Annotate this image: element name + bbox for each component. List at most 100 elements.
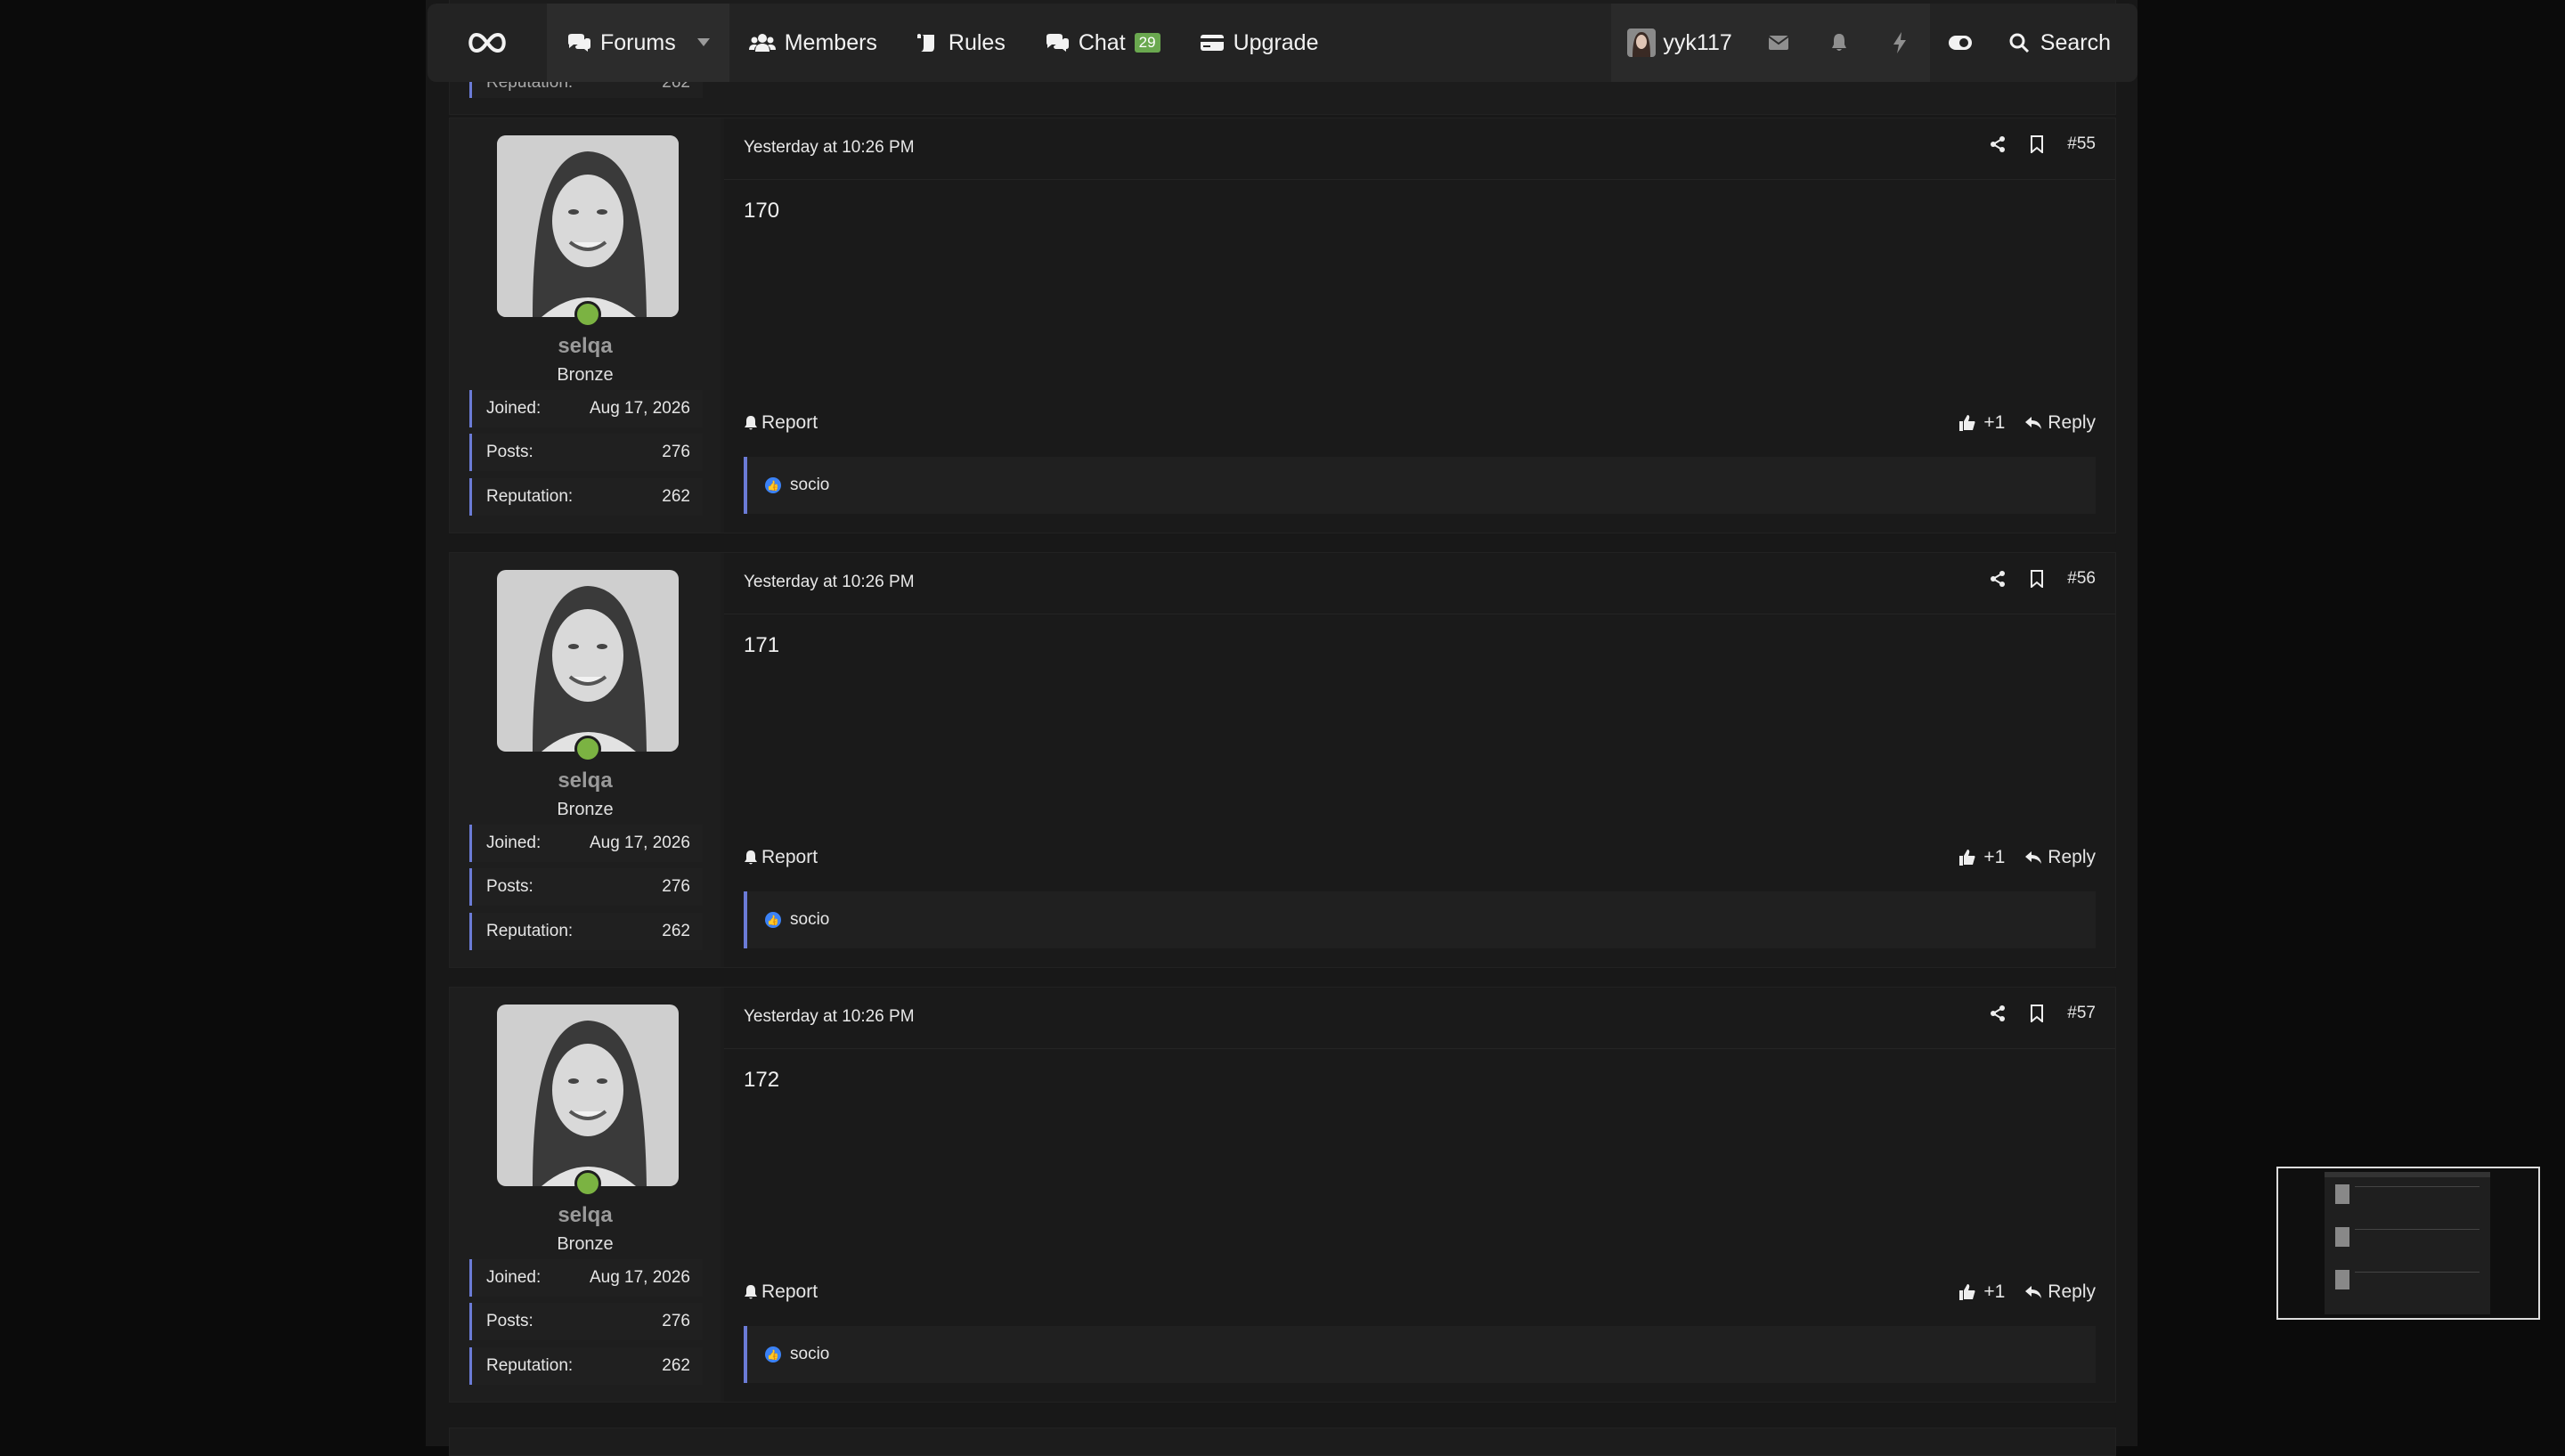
avatar[interactable] [497, 135, 679, 317]
avatar[interactable] [497, 1005, 679, 1186]
nav-upgrade[interactable]: Upgrade [1180, 4, 1339, 82]
share-icon[interactable] [1989, 570, 2007, 588]
thumbs-up-icon [1958, 414, 1976, 432]
stat-value: 262 [662, 487, 690, 506]
reactions-bar[interactable]: 👍 socio [744, 1326, 2096, 1383]
like-button[interactable]: +1 [1958, 412, 2005, 434]
username[interactable]: selqa [450, 769, 721, 793]
reply-button[interactable]: Reply [2024, 1281, 2096, 1303]
reaction-user[interactable]: socio [790, 910, 829, 930]
like-reaction-icon: 👍 [765, 912, 781, 928]
post-main-pane: Yesterday at 10:26 PM #55 170 Report +1 … [724, 118, 2115, 533]
comments-icon [566, 33, 591, 53]
like-button[interactable]: +1 [1958, 1281, 2005, 1303]
nav-forums-label: Forums [600, 29, 676, 55]
minimap-overlay[interactable] [2276, 1167, 2540, 1320]
chat-icon [1045, 33, 1070, 53]
reaction-user[interactable]: socio [790, 476, 829, 495]
inbox-button[interactable] [1747, 4, 1809, 82]
post-main-pane: Yesterday at 10:26 PM #56 171 Report +1 … [724, 553, 2115, 967]
post-55: selqa Bronze Joined: Aug 17, 2026 Posts:… [449, 118, 2116, 533]
reply-button[interactable]: Reply [2024, 412, 2096, 434]
bolt-icon [1893, 32, 1907, 53]
reply-label: Reply [2048, 1281, 2096, 1302]
site-logo[interactable] [428, 29, 547, 56]
post-number[interactable]: #55 [2067, 134, 2096, 154]
nav-forums[interactable]: Forums [547, 4, 729, 82]
whats-new-button[interactable] [1869, 4, 1930, 82]
thumbs-up-icon [1958, 1283, 1976, 1301]
post-number[interactable]: #56 [2067, 569, 2096, 589]
stat-label: Posts: [486, 1312, 533, 1330]
post-footer-right: +1 Reply [1958, 412, 2096, 434]
post-main-pane: Yesterday at 10:26 PM #57 172 Report +1 … [724, 988, 2115, 1402]
share-icon[interactable] [1989, 1005, 2007, 1022]
post-footer: Report +1 Reply [744, 1281, 2096, 1303]
bookmark-icon[interactable] [2030, 1005, 2044, 1022]
thread-column: Reputation: 262 selqa Bronze Joined: Aug… [426, 0, 2138, 1456]
reply-icon [2024, 850, 2042, 866]
user-rank: Bronze [557, 1234, 614, 1254]
username[interactable]: selqa [450, 334, 721, 359]
nav-members-label: Members [784, 29, 877, 55]
report-button[interactable]: Report [744, 412, 818, 434]
post-date[interactable]: Yesterday at 10:26 PM [744, 573, 915, 592]
infinity-logo-icon [468, 32, 506, 53]
post-body: 172 [744, 1068, 780, 1092]
nav-user-menu[interactable]: yyk117 [1611, 4, 1748, 82]
stat-value: 262 [662, 1356, 690, 1375]
stat-posts: Posts: 276 [469, 434, 703, 471]
online-status-dot [574, 1170, 601, 1197]
bookmark-icon[interactable] [2030, 570, 2044, 588]
envelope-icon [1768, 35, 1789, 51]
like-count: +1 [1983, 412, 2006, 433]
avatar[interactable] [497, 570, 679, 752]
nav-rules[interactable]: Rules [897, 4, 1025, 82]
credit-card-icon [1200, 34, 1225, 52]
post-footer: Report +1 Reply [744, 412, 2096, 434]
chevron-down-icon[interactable] [696, 38, 710, 47]
reply-button[interactable]: Reply [2024, 847, 2096, 868]
stat-label: Joined: [486, 834, 542, 852]
report-button[interactable]: Report [744, 1281, 818, 1303]
reaction-user[interactable]: socio [790, 1345, 829, 1364]
search-button[interactable]: Search [1991, 4, 2138, 82]
stat-label: Reputation: [486, 922, 574, 940]
user-avatar [1627, 28, 1657, 57]
post-user-pane: selqa Bronze Joined: Aug 17, 2026 Posts:… [450, 553, 721, 967]
top-navbar: Forums Members Rules Chat 29 Upgrade yyk… [428, 4, 2138, 82]
bell-icon [744, 850, 758, 866]
alerts-button[interactable] [1808, 4, 1869, 82]
post-date[interactable]: Yesterday at 10:26 PM [744, 138, 915, 158]
nav-members[interactable]: Members [729, 4, 897, 82]
stat-posts: Posts: 276 [469, 1303, 703, 1340]
username[interactable]: selqa [450, 1203, 721, 1228]
stat-label: Joined: [486, 399, 542, 418]
post-actions-top: #56 [1989, 569, 2096, 589]
bell-icon [1830, 33, 1848, 53]
user-rank: Bronze [557, 365, 614, 385]
theme-toggle-button[interactable] [1930, 4, 1991, 82]
like-reaction-icon: 👍 [765, 1346, 781, 1362]
reactions-bar[interactable]: 👍 socio [744, 457, 2096, 514]
stat-value: 276 [662, 443, 690, 461]
post-number[interactable]: #57 [2067, 1004, 2096, 1023]
like-button[interactable]: +1 [1958, 847, 2005, 868]
stat-label: Posts: [486, 877, 533, 896]
reactions-bar[interactable]: 👍 socio [744, 891, 2096, 948]
nav-chat[interactable]: Chat 29 [1025, 4, 1180, 82]
post-56: selqa Bronze Joined: Aug 17, 2026 Posts:… [449, 552, 2116, 968]
bell-icon [744, 415, 758, 431]
user-rank: Bronze [557, 800, 614, 819]
online-status-dot [574, 736, 601, 762]
share-icon[interactable] [1989, 135, 2007, 153]
nav-chat-label: Chat [1078, 29, 1126, 55]
partial-post-bottom [449, 1428, 2116, 1456]
post-actions-top: #55 [1989, 134, 2096, 154]
report-button[interactable]: Report [744, 847, 818, 868]
report-label: Report [761, 847, 818, 867]
toggle-icon [1948, 35, 1973, 51]
post-date[interactable]: Yesterday at 10:26 PM [744, 1007, 915, 1027]
bookmark-icon[interactable] [2030, 135, 2044, 153]
report-label: Report [761, 1281, 818, 1302]
